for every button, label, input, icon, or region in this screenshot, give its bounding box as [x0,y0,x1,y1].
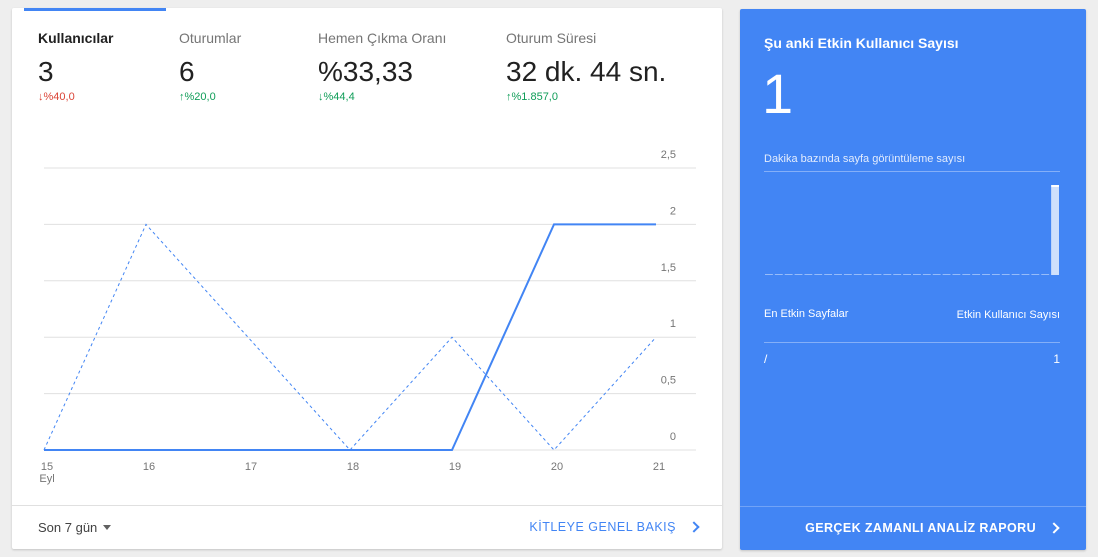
pageview-bar [962,274,971,275]
pageview-bar [834,274,842,275]
metric-change: ↓%44,4 [318,91,355,103]
pageview-bar [863,274,872,275]
metric-value: 6 [179,56,195,87]
active-users-header: Etkin Kullanıcı Sayısı [956,309,1060,321]
audience-overview-card: Kullanıcılar 3 ↓%40,0 Oturumlar 6 ↑%20,0… [12,8,722,549]
pageview-bar [1051,187,1059,275]
y-tick-label: 0,5 [661,375,676,387]
metric-users[interactable]: Kullanıcılar 3 ↓%40,0 [38,30,113,103]
pageview-bar [1041,274,1050,275]
metric-change: ↑%20,0 [179,91,216,103]
realtime-report-link-label: GERÇEK ZAMANLI ANALİZ RAPORU [805,521,1036,535]
metric-label: Hemen Çıkma Oranı [318,30,447,46]
pageview-bar [1031,274,1040,275]
pageview-bar [991,274,1000,275]
realtime-report-link[interactable]: GERÇEK ZAMANLI ANALİZ RAPORU [805,521,1060,535]
metric-label: Kullanıcılar [38,30,114,46]
realtime-card: Şu anki Etkin Kullanıcı Sayısı 1 Dakika … [740,9,1086,550]
pageview-bar [774,274,783,275]
pageview-bar [765,274,773,275]
pageview-bar [784,274,793,275]
pageviews-bar-chart [765,185,1059,275]
active-metric-indicator [24,8,166,11]
pageview-bar [903,274,911,275]
pageview-bar [794,274,803,275]
pageview-bar [883,274,892,275]
pageview-bar [1021,274,1030,275]
pageview-bar [873,274,882,275]
pageview-bar [893,274,902,275]
users-line-chart: 0 0,5 1 1,5 2 2,5 15 16 17 18 19 20 21 Eyl [39,149,696,485]
card-footer: Son 7 gün KİTLEYE GENEL BAKIŞ [12,505,722,549]
x-tick-label: 17 [245,461,257,473]
pageview-bar [982,274,990,275]
y-tick-label: 0 [670,431,676,443]
card-footer: GERÇEK ZAMANLI ANALİZ RAPORU [740,506,1086,550]
metric-sessions[interactable]: Oturumlar 6 ↑%20,0 [179,30,241,103]
x-tick-label: 15 [41,461,53,473]
period-dropdown[interactable]: Son 7 gün [38,520,112,535]
active-users-count: 1 [762,62,794,125]
y-tick-label: 2,5 [661,149,676,161]
pageview-bar [814,274,823,275]
pageview-bar [1011,274,1020,275]
x-tick-label: 20 [551,461,563,473]
x-tick-label: 21 [653,461,665,473]
metric-bounce-rate[interactable]: Hemen Çıkma Oranı %33,33 ↓%44,4 [318,30,446,103]
pageview-bar [932,274,941,275]
chevron-right-icon [688,521,700,533]
realtime-title: Şu anki Etkin Kullanıcı Sayısı [764,35,959,51]
y-tick-label: 2 [670,205,676,217]
audience-overview-link-label: KİTLEYE GENEL BAKIŞ [529,520,676,534]
pageview-bar [1001,274,1010,275]
pageview-bar [942,274,951,275]
pageview-bar-cap [1051,185,1059,187]
top-page-link[interactable]: / [764,352,767,366]
pageview-bar [804,274,813,275]
caret-down-icon [103,525,112,530]
x-tick-sublabel: Eyl [39,473,54,485]
metric-label: Oturum Süresi [506,30,597,46]
metric-value: 32 dk. 44 sn. [506,56,667,87]
pageview-bar [922,274,931,275]
pageview-bar [824,274,833,275]
metric-session-duration[interactable]: Oturum Süresi 32 dk. 44 sn. ↑%1.857,0 [506,30,666,103]
metric-change: ↓%40,0 [38,91,75,103]
x-tick-label: 16 [143,461,155,473]
x-tick-label: 19 [449,461,461,473]
y-tick-label: 1,5 [661,262,676,274]
pageview-bar [843,274,852,275]
period-label: Son 7 gün [38,520,98,535]
pageview-bar [952,274,961,275]
top-pages-header: En Etkin Sayfalar [764,308,849,320]
divider [764,171,1060,172]
pageview-bar [853,274,862,275]
audience-overview-link[interactable]: KİTLEYE GENEL BAKIŞ [529,520,700,534]
x-tick-label: 18 [347,461,359,473]
pageview-bar [913,274,921,275]
metric-label: Oturumlar [179,30,242,46]
pageviews-per-minute-label: Dakika bazında sayfa görüntüleme sayısı [764,153,966,165]
divider [764,342,1060,343]
metric-change: ↑%1.857,0 [506,91,558,103]
chevron-right-icon [1048,522,1060,534]
metric-value: %33,33 [318,56,413,87]
metric-value: 3 [38,56,54,87]
pageview-bar [972,274,981,275]
y-tick-label: 1 [670,318,676,330]
top-page-users: 1 [1053,352,1060,366]
